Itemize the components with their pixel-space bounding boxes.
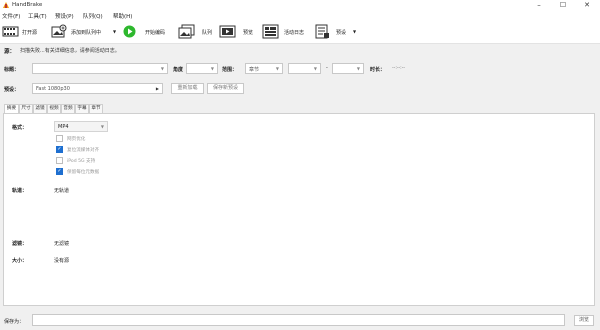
activity-log-button[interactable]: 活动日志 [262,23,310,40]
tab-audio[interactable]: 音频 [61,104,75,113]
source-status-text: 扫描失败...有关详细信息，请参阅活动日志。 [20,48,120,54]
minimize-button[interactable]: – [527,0,551,11]
chevron-down-icon: ▼ [113,29,117,34]
summary-panel: 格式： MP4 ▼ 网页优化 ✓ 复位流媒体对齐 iPod 5G 支持 ✓ 保留每… [3,113,595,306]
menu-help[interactable]: 帮助(H) [113,12,132,20]
activity-log-label: 活动日志 [284,30,305,36]
menu-queue[interactable]: 队列(Q) [83,12,103,20]
menu-presets[interactable]: 预设(P) [55,12,74,20]
passthru-metadata-label: 保留每位元数据 [67,170,100,175]
queue-button[interactable]: 队列 [178,23,218,40]
align-av-checkbox[interactable]: ✓ [56,146,63,153]
add-to-queue-button[interactable]: 添加到队列中 ▼ [50,23,122,40]
range-start-select[interactable]: ▼ [288,63,321,74]
range-separator: - [326,65,328,71]
presets-icon [315,24,329,39]
open-source-label: 打开源 [22,30,38,36]
passthru-metadata-checkbox[interactable]: ✓ [56,168,63,175]
tracks-label: 轨道： [12,188,28,194]
preview-icon [219,25,236,38]
size-label: 大小： [12,258,28,264]
play-icon [123,25,136,38]
checkmark-icon: ✓ [57,168,62,174]
format-value: MP4 [58,124,69,130]
preview-label: 预览 [243,30,254,36]
activity-log-icon [262,24,279,39]
save-new-preset-button[interactable]: 保存新预设 [207,83,244,94]
range-type-select[interactable]: 章节 ▼ [245,63,283,74]
save-as-label: 保存为： [4,319,25,325]
toolbar: 打开源 添加到队列中 ▼ 开始编码 队列 预览 活动日志 预设 ▼ [0,20,600,44]
start-encode-label: 开始编码 [145,30,166,36]
filters-label: 滤镜： [12,241,28,247]
ipod-support-label: iPod 5G 支持 [67,159,96,164]
maximize-button[interactable]: ☐ [551,0,575,11]
format-label: 格式： [12,125,28,131]
duration-label: 时长： [370,67,386,73]
handbrake-logo-icon [3,2,9,8]
chevron-down-icon: ▼ [353,29,357,34]
add-image-icon [51,24,67,38]
title-bar: HandBrake – ☐ ✕ [0,0,600,11]
menu-tools[interactable]: 工具(T) [28,12,47,20]
range-end-select[interactable]: ▼ [332,63,364,74]
presets-button[interactable]: 预设 ▼ [314,23,360,40]
reload-preset-button[interactable]: 重新加载 [171,83,204,94]
size-value: 没有源 [54,258,70,264]
open-source-button[interactable]: 打开源 [2,23,46,40]
format-select[interactable]: MP4 ▼ [54,121,108,132]
align-av-label: 复位流媒体对齐 [67,148,100,153]
checkmark-icon: ✓ [57,146,62,152]
tab-video[interactable]: 视频 [47,104,61,113]
tab-dimensions[interactable]: 尺寸 [19,104,33,113]
chevron-down-icon: ▼ [356,66,360,71]
source-label: 源： [4,49,16,55]
chevron-right-icon: ▶ [155,86,159,91]
tab-chapters[interactable]: 章节 [89,104,103,113]
menu-bar: 文件(F) 工具(T) 预设(P) 队列(Q) 帮助(H) [0,11,600,20]
chevron-down-icon: ▼ [210,66,214,71]
presets-label: 预设 [336,30,347,36]
duration-value: --:--:-- [392,66,406,71]
angle-label: 角度 [173,67,184,73]
filters-value: 无滤镜 [54,241,70,247]
range-type-value: 章节 [249,67,260,73]
tab-subtitles[interactable]: 字幕 [75,104,89,113]
save-as-input[interactable] [32,314,565,326]
preset-value: Fast 1080p30 [36,86,70,92]
browse-button[interactable]: 浏览 [574,315,594,326]
chevron-down-icon: ▼ [100,124,104,129]
chevron-down-icon: ▼ [160,66,164,71]
title-label: 标题： [4,67,20,73]
tab-filters[interactable]: 滤镜 [33,104,47,113]
queue-icon [178,24,195,39]
preset-label: 预设： [4,87,20,93]
menu-file[interactable]: 文件(F) [2,12,20,20]
queue-label: 队列 [202,30,213,36]
web-optimized-checkbox[interactable] [56,135,63,142]
angle-select[interactable]: ▼ [186,63,218,74]
range-label: 范围： [222,67,238,73]
film-strip-icon [2,26,19,37]
add-to-queue-label: 添加到队列中 [71,30,102,36]
ipod-support-checkbox[interactable] [56,157,63,164]
chevron-down-icon: ▼ [275,66,279,71]
chevron-down-icon: ▼ [313,66,317,71]
title-select[interactable]: ▼ [32,63,168,74]
preset-select[interactable]: Fast 1080p30 ▶ [32,83,163,94]
web-optimized-label: 网页优化 [67,137,86,142]
tracks-value: 无轨道 [54,188,70,194]
start-encode-button[interactable]: 开始编码 [123,23,173,40]
window-title: HandBrake [12,2,43,8]
preview-button[interactable]: 预览 [219,23,257,40]
close-button[interactable]: ✕ [575,0,599,11]
